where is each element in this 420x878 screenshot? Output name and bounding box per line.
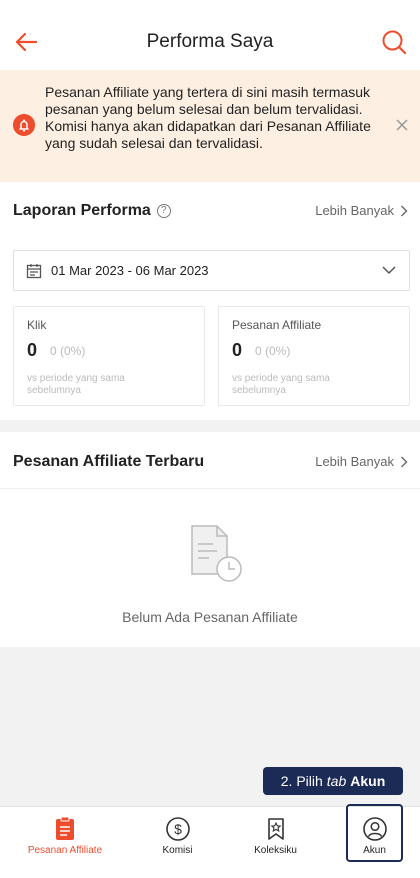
latest-orders-section: Pesanan Affiliate Terbaru Lebih Banyak B… — [0, 432, 420, 647]
clipboard-icon — [56, 816, 74, 840]
chevron-right-icon — [401, 456, 408, 467]
bell-icon — [13, 114, 35, 136]
calendar-icon — [26, 264, 42, 279]
date-range-picker[interactable]: 01 Mar 2023 - 06 Mar 2023 — [13, 250, 410, 291]
stat-value: 0 — [27, 340, 38, 360]
empty-state-text: Belum Ada Pesanan Affiliate — [122, 609, 298, 625]
date-range-text: 01 Mar 2023 - 06 Mar 2023 — [51, 263, 209, 278]
stat-compare-note: vs periode yang sama sebelumnya — [232, 373, 330, 396]
document-clock-icon — [191, 525, 242, 582]
tutorial-tooltip: 2. Pilih tab Akun — [263, 767, 403, 795]
stat-change: 0 (0%) — [50, 344, 86, 358]
chevron-down-icon — [382, 266, 396, 275]
help-icon[interactable]: ? — [156, 204, 171, 218]
tab-label: Pesanan Affiliate — [27, 845, 103, 856]
notice-banner: Pesanan Affiliate yang tertera di sini m… — [0, 70, 420, 182]
notice-text: Pesanan Affiliate yang tertera di sini m… — [45, 84, 371, 151]
stat-label: Pesanan Affiliate — [232, 318, 322, 332]
report-title: Laporan Performa? — [13, 202, 171, 220]
bookmark-star-icon — [267, 818, 284, 840]
latest-title: Pesanan Affiliate Terbaru — [13, 453, 205, 470]
report-more-link[interactable]: Lebih Banyak — [315, 203, 408, 218]
tab-pesanan-affiliate[interactable]: Pesanan Affiliate — [10, 807, 120, 878]
latest-more-link[interactable]: Lebih Banyak — [315, 454, 408, 469]
svg-text:$: $ — [174, 821, 182, 837]
stat-card-klik: Klik 0 0 (0%) vs periode yang sama sebel… — [13, 306, 205, 406]
chevron-right-icon — [401, 205, 408, 216]
stat-label: Klik — [27, 318, 47, 332]
tab-label: Koleksiku — [254, 845, 297, 856]
close-icon[interactable] — [394, 117, 410, 133]
stat-change: 0 (0%) — [255, 344, 291, 358]
stat-compare-note: vs periode yang sama sebelumnya — [27, 373, 125, 396]
stat-card-pesanan: Pesanan Affiliate 0 0 (0%) vs periode ya… — [218, 306, 410, 406]
stat-value: 0 — [232, 340, 243, 360]
search-icon[interactable] — [380, 28, 408, 56]
tutorial-highlight-box — [346, 804, 403, 862]
report-section: Laporan Performa? Lebih Banyak 01 Mar 20… — [0, 182, 420, 420]
page-title: Performa Saya — [146, 31, 274, 52]
tab-koleksiku[interactable]: Koleksiku — [238, 807, 313, 878]
tab-komisi[interactable]: $ Komisi — [140, 807, 215, 878]
divider — [0, 488, 420, 489]
tab-label: Komisi — [162, 845, 193, 856]
dollar-icon: $ — [165, 817, 190, 841]
